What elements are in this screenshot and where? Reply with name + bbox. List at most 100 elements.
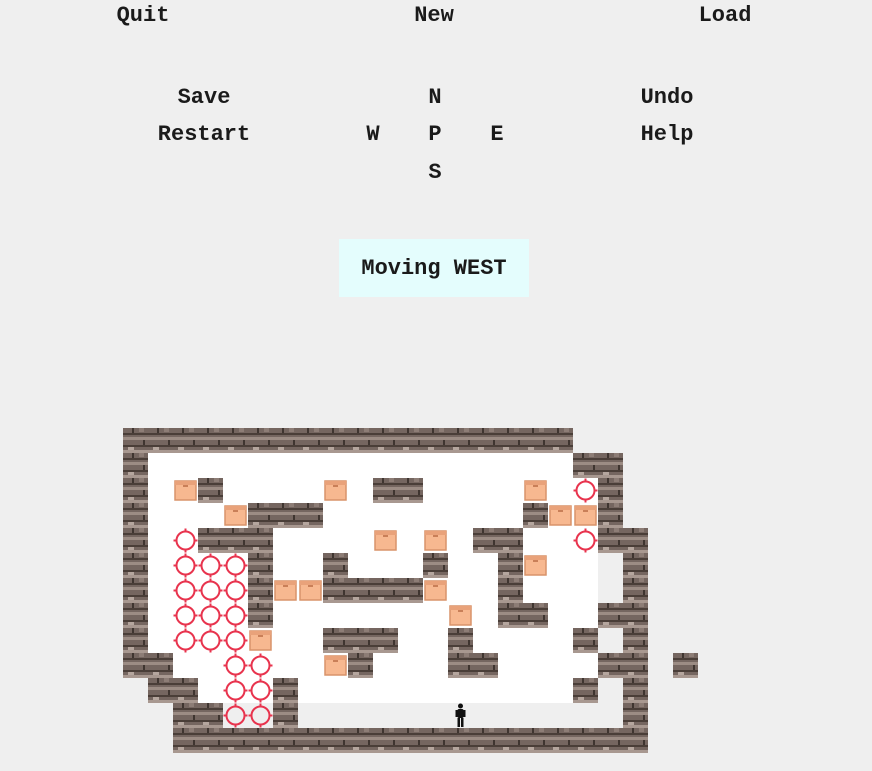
wall-tile (123, 578, 148, 603)
wall-tile (198, 528, 223, 553)
wall-tile (423, 428, 448, 453)
wall-tile (248, 603, 273, 628)
wall-tile (198, 728, 223, 753)
wall-tile (323, 628, 348, 653)
wall-tile (148, 428, 173, 453)
wall-tile (198, 428, 223, 453)
wall-tile (398, 728, 423, 753)
crate-box (299, 580, 322, 601)
wall-tile (348, 653, 373, 678)
wall-tile (573, 728, 598, 753)
wall-tile (448, 653, 473, 678)
crate-box (324, 655, 347, 676)
wall-tile (548, 428, 573, 453)
wall-tile (448, 428, 473, 453)
crate-box (374, 530, 397, 551)
wall-tile (198, 703, 223, 728)
wall-tile (598, 653, 623, 678)
wall-tile (498, 578, 523, 603)
crate-box (324, 480, 347, 501)
wall-tile (273, 678, 298, 703)
wall-tile (623, 628, 648, 653)
wall-tile (623, 678, 648, 703)
wall-tile (398, 428, 423, 453)
wall-tile (598, 603, 623, 628)
wall-tile (373, 578, 398, 603)
wall-tile (598, 478, 623, 503)
wall-tile (123, 653, 148, 678)
wall-tile (273, 703, 298, 728)
wall-tile (448, 728, 473, 753)
crate-box (249, 630, 272, 651)
wall-tile (573, 628, 598, 653)
wall-tile (273, 428, 298, 453)
wall-tile (473, 428, 498, 453)
wall-tile (348, 728, 373, 753)
wall-tile (173, 678, 198, 703)
wall-tile (548, 728, 573, 753)
wall-tile (123, 528, 148, 553)
wall-tile (223, 728, 248, 753)
wall-tile (298, 428, 323, 453)
crate-box (549, 505, 572, 526)
player-figure (455, 703, 466, 727)
goal-target (248, 703, 273, 728)
wall-tile (498, 553, 523, 578)
wall-tile (623, 728, 648, 753)
wall-tile (348, 578, 373, 603)
wall-tile (498, 603, 523, 628)
wall-tile (623, 553, 648, 578)
wall-tile (248, 553, 273, 578)
wall-tile (223, 428, 248, 453)
wall-tile (523, 428, 548, 453)
wall-tile (273, 503, 298, 528)
wall-tile (473, 528, 498, 553)
crate-box (274, 580, 297, 601)
wall-tile (323, 728, 348, 753)
wall-tile (423, 728, 448, 753)
wall-tile (298, 728, 323, 753)
wall-tile (573, 453, 598, 478)
wall-tile (373, 428, 398, 453)
wall-tile (398, 578, 423, 603)
wall-tile (598, 528, 623, 553)
wall-tile (573, 678, 598, 703)
crate-box (524, 555, 547, 576)
wall-tile (523, 503, 548, 528)
wall-tile (598, 503, 623, 528)
wall-tile (273, 728, 298, 753)
wall-tile (198, 478, 223, 503)
crate-box (574, 505, 597, 526)
wall-tile (248, 728, 273, 753)
wall-tile (373, 478, 398, 503)
wall-tile (173, 428, 198, 453)
wall-tile (623, 703, 648, 728)
wall-tile (523, 603, 548, 628)
wall-tile (248, 503, 273, 528)
wall-tile (598, 453, 623, 478)
crate-box (424, 580, 447, 601)
wall-tile (123, 453, 148, 478)
wall-tile (598, 728, 623, 753)
wall-tile (123, 628, 148, 653)
wall-tile (398, 478, 423, 503)
wall-tile (248, 428, 273, 453)
crate-box (224, 505, 247, 526)
goal-target (223, 703, 248, 728)
wall-tile (473, 728, 498, 753)
wall-tile (323, 553, 348, 578)
wall-tile (148, 653, 173, 678)
wall-tile (423, 553, 448, 578)
wall-tile (173, 703, 198, 728)
wall-tile (348, 628, 373, 653)
wall-tile (623, 578, 648, 603)
wall-tile (623, 528, 648, 553)
wall-tile (123, 478, 148, 503)
wall-tile (123, 428, 148, 453)
wall-tile (123, 603, 148, 628)
wall-tile (323, 428, 348, 453)
wall-tile (498, 728, 523, 753)
wall-tile (248, 578, 273, 603)
game-board (123, 428, 698, 753)
wall-tile (473, 653, 498, 678)
